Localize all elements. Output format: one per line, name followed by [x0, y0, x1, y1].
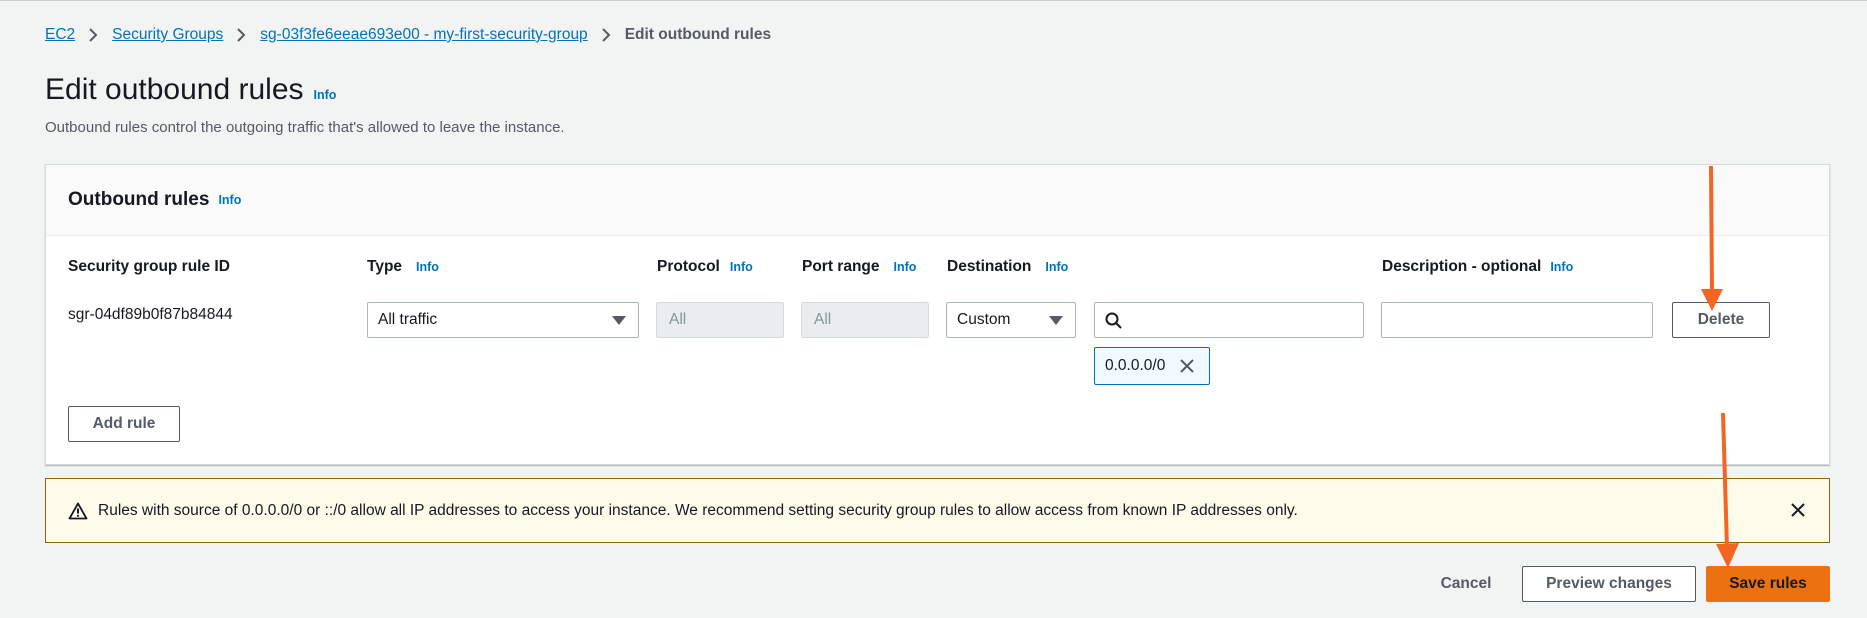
- breadcrumb-security-group[interactable]: sg-03f3fe6eeae693e00 - my-first-security…: [260, 26, 587, 44]
- column-rule-id: Security group rule ID: [68, 258, 230, 276]
- page-header: Edit outbound rules Info: [45, 73, 336, 107]
- warning-icon: [68, 502, 88, 520]
- column-protocol: Protocol Info: [657, 258, 753, 276]
- chevron-right-icon: [89, 28, 98, 42]
- page-info-link[interactable]: Info: [314, 88, 337, 102]
- column-description: Description - optional Info: [1382, 258, 1573, 276]
- type-info-link[interactable]: Info: [416, 260, 439, 274]
- add-rule-button[interactable]: Add rule: [68, 406, 180, 442]
- destination-token-label: 0.0.0.0/0: [1105, 357, 1166, 374]
- breadcrumb-security-groups[interactable]: Security Groups: [112, 26, 223, 44]
- panel-header: Outbound rules Info: [46, 165, 1829, 236]
- cancel-button[interactable]: Cancel: [1418, 566, 1514, 602]
- column-port-range-label: Port range: [802, 258, 880, 275]
- protocol-value: All: [669, 311, 687, 328]
- destination-search-input[interactable]: [1094, 302, 1364, 338]
- protocol-info-link[interactable]: Info: [730, 260, 753, 274]
- port-range-info-link[interactable]: Info: [894, 260, 917, 274]
- breadcrumb: EC2 Security Groups sg-03f3fe6eeae693e00…: [45, 26, 771, 44]
- port-range-input: All: [801, 302, 929, 338]
- outbound-rules-panel: Outbound rules Info Security group rule …: [45, 164, 1830, 465]
- protocol-input: All: [656, 302, 784, 338]
- warning-alert: Rules with source of 0.0.0.0/0 or ::/0 a…: [45, 478, 1830, 543]
- rule-id-value: sgr-04df89b0f87b84844: [68, 306, 233, 323]
- type-select-value: All traffic: [378, 311, 438, 328]
- chevron-right-icon: [601, 28, 611, 42]
- page-title: Edit outbound rules: [45, 73, 304, 106]
- breadcrumb-ec2[interactable]: EC2: [45, 26, 75, 44]
- column-protocol-label: Protocol: [657, 258, 720, 275]
- panel-info-link[interactable]: Info: [218, 193, 241, 207]
- column-port-range: Port range Info: [802, 258, 916, 276]
- caret-down-icon: [1049, 316, 1063, 325]
- warning-text: Rules with source of 0.0.0.0/0 or ::/0 a…: [98, 501, 1298, 519]
- annotation-arrow-delete: [1701, 165, 1723, 311]
- description-input[interactable]: [1381, 302, 1653, 338]
- column-destination: Destination Info: [947, 258, 1068, 276]
- column-type-label: Type: [367, 258, 403, 275]
- column-destination-label: Destination: [947, 258, 1032, 275]
- caret-down-icon: [612, 316, 626, 325]
- panel-title: Outbound rules: [68, 189, 210, 210]
- annotation-arrow-save: [1716, 412, 1739, 568]
- destination-info-link[interactable]: Info: [1045, 260, 1068, 274]
- destination-select[interactable]: Custom: [946, 302, 1076, 338]
- column-rule-id-label: Security group rule ID: [68, 258, 230, 275]
- save-rules-button[interactable]: Save rules: [1706, 566, 1830, 602]
- description-info-link[interactable]: Info: [1550, 260, 1573, 274]
- breadcrumb-current: Edit outbound rules: [624, 26, 772, 43]
- type-select[interactable]: All traffic: [367, 302, 639, 338]
- search-icon: [1105, 312, 1122, 329]
- chevron-right-icon: [237, 28, 246, 42]
- preview-changes-button[interactable]: Preview changes: [1522, 566, 1696, 602]
- close-icon[interactable]: [1179, 358, 1195, 374]
- destination-select-value: Custom: [957, 311, 1011, 328]
- page-description: Outbound rules control the outgoing traf…: [45, 119, 565, 136]
- port-range-value: All: [814, 311, 832, 328]
- column-description-label: Description - optional: [1382, 258, 1542, 275]
- close-icon[interactable]: [1789, 501, 1807, 519]
- column-type: Type Info: [367, 258, 439, 276]
- destination-token: 0.0.0.0/0: [1094, 347, 1210, 385]
